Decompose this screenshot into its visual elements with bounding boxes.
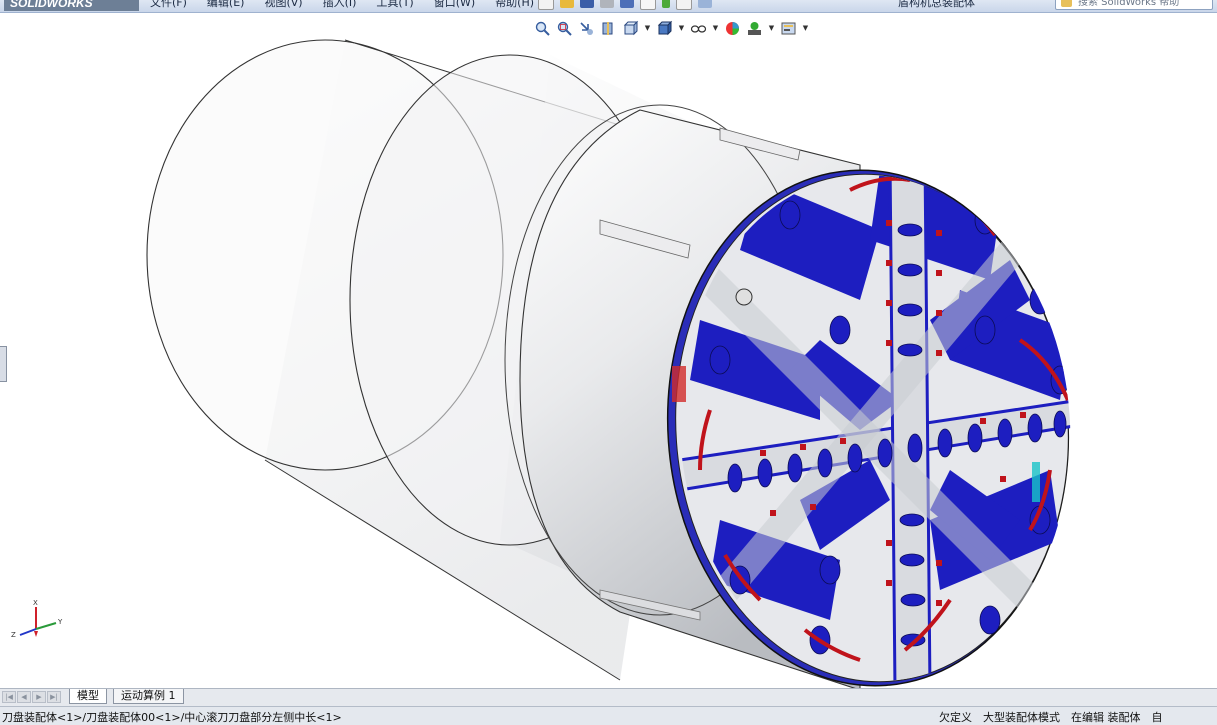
zoom-to-area-icon[interactable] <box>556 20 573 37</box>
hide-show-dropdown-icon[interactable]: ▼ <box>712 20 719 37</box>
apply-scene-icon[interactable] <box>746 20 763 37</box>
status-bar: 刀盘装配体<1>/刀盘装配体00<1>/中心滚刀刀盘部分左侧中长<1> 欠定义 … <box>0 706 1217 725</box>
menu-bar: 文件(F) 编辑(E) 视图(V) 插入(I) 工具(T) 窗口(W) 帮助(H… <box>140 0 544 11</box>
hide-show-items-icon[interactable] <box>690 20 707 37</box>
feature-manager-collapse-tab[interactable] <box>0 346 7 382</box>
tab-model[interactable]: 模型 <box>69 689 107 704</box>
menu-tools[interactable]: 工具(T) <box>366 0 423 11</box>
print-icon[interactable] <box>600 0 614 8</box>
edit-appearance-icon[interactable] <box>724 20 741 37</box>
menu-edit[interactable]: 编辑(E) <box>197 0 255 11</box>
heads-up-view-toolbar: ▼ ▼ ▼ ▼ ▼ <box>534 16 809 40</box>
rebuild-icon[interactable] <box>662 0 670 8</box>
open-folder-icon[interactable] <box>560 0 574 8</box>
file-properties-icon[interactable] <box>676 0 692 10</box>
undo-icon[interactable] <box>620 0 634 8</box>
help-search-input[interactable]: 搜索 SolidWorks 帮助 <box>1055 0 1213 10</box>
reference-triad: X Y Z <box>11 599 63 639</box>
menu-window[interactable]: 窗口(W) <box>424 0 485 11</box>
search-icon <box>1061 0 1072 7</box>
view-orientation-dropdown-icon[interactable]: ▼ <box>644 20 651 37</box>
save-icon[interactable] <box>580 0 594 8</box>
status-editing-assembly: 在编辑 装配体 <box>1071 711 1141 724</box>
menu-file[interactable]: 文件(F) <box>140 0 197 11</box>
section-view-icon[interactable] <box>600 20 617 37</box>
options-icon[interactable] <box>698 0 712 8</box>
display-style-dropdown-icon[interactable]: ▼ <box>678 20 685 37</box>
previous-view-icon[interactable] <box>578 20 595 37</box>
graphics-area[interactable]: X Y Z <box>0 13 1217 688</box>
triad-z-label: Z <box>11 631 16 639</box>
document-title: 盾构机总装配体 <box>898 0 975 9</box>
first-tab-icon[interactable]: |◀ <box>2 691 16 703</box>
view-settings-dropdown-icon[interactable]: ▼ <box>802 20 809 37</box>
title-bar: SOLIDWORKS 文件(F) 编辑(E) 视图(V) 插入(I) 工具(T)… <box>0 0 1217 13</box>
select-arrow-icon[interactable] <box>640 0 656 10</box>
status-under-defined: 欠定义 <box>939 711 972 724</box>
menu-insert[interactable]: 插入(I) <box>313 0 367 11</box>
previous-tab-icon[interactable]: ◀ <box>17 691 31 703</box>
triad-y-axis <box>35 622 57 630</box>
status-large-assembly-mode[interactable]: 大型装配体模式 <box>983 709 1060 725</box>
quick-access-toolbar <box>538 0 712 10</box>
next-tab-icon[interactable]: ▶ <box>32 691 46 703</box>
last-tab-icon[interactable]: ▶| <box>47 691 61 703</box>
triad-x-label: X <box>33 599 38 607</box>
tab-motion-study-1[interactable]: 运动算例 1 <box>113 689 184 704</box>
triad-z-axis <box>19 628 37 636</box>
selected-component-path: 刀盘装配体<1>/刀盘装配体00<1>/中心滚刀刀盘部分左侧中长<1> <box>2 711 342 724</box>
menu-help[interactable]: 帮助(H) <box>485 0 544 11</box>
solidworks-logo: SOLIDWORKS <box>4 0 139 11</box>
assembly-model-viewport <box>146 39 1082 688</box>
zoom-to-fit-icon[interactable] <box>534 20 551 37</box>
triad-y-label: Y <box>57 618 63 626</box>
status-custom-units[interactable]: 自 <box>1152 709 1163 725</box>
bottom-tab-bar: |◀ ◀ ▶ ▶| 模型 运动算例 1 <box>0 688 1217 706</box>
new-document-icon[interactable] <box>538 0 554 10</box>
solidworks-window: SOLIDWORKS 文件(F) 编辑(E) 视图(V) 插入(I) 工具(T)… <box>0 0 1217 725</box>
display-style-icon[interactable] <box>656 20 673 37</box>
view-orientation-icon[interactable] <box>622 20 639 37</box>
view-settings-icon[interactable] <box>780 20 797 37</box>
help-search-placeholder: 搜索 SolidWorks 帮助 <box>1078 0 1180 8</box>
menu-view[interactable]: 视图(V) <box>254 0 312 11</box>
status-indicators: 欠定义 大型装配体模式 在编辑 装配体 自 <box>939 709 1163 725</box>
apply-scene-dropdown-icon[interactable]: ▼ <box>768 20 775 37</box>
